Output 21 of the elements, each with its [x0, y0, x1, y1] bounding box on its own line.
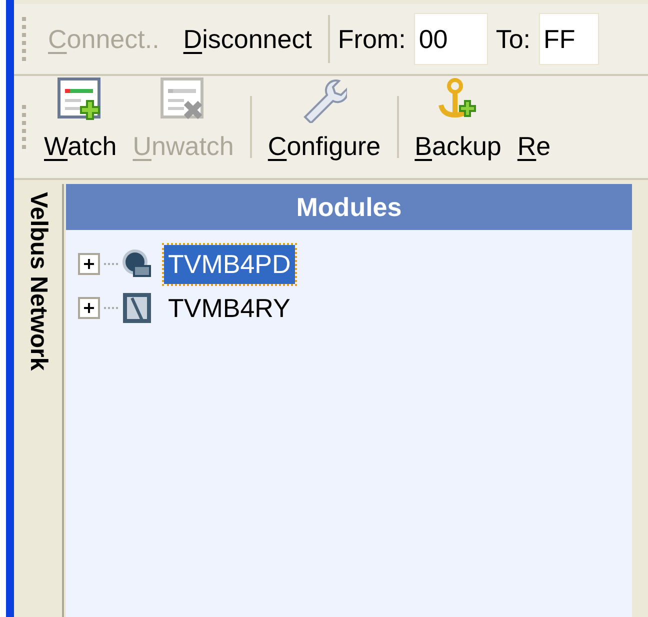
from-field[interactable]: 00: [414, 13, 488, 65]
switch-icon: [122, 292, 152, 324]
watch-list-add-icon: [57, 77, 104, 123]
toolbar-button[interactable]: Disconnect: [171, 16, 324, 62]
from-label: From:: [338, 22, 406, 56]
toolbar-button[interactable]: Watch: [36, 76, 125, 178]
plus-icon: [83, 302, 95, 314]
toolbar-button[interactable]: Re: [509, 76, 559, 178]
tree-item[interactable]: TVMB4PD: [164, 244, 295, 284]
tree-item[interactable]: TVMB4RY: [164, 288, 294, 328]
wrench-icon: [301, 77, 348, 123]
toolbar-button[interactable]: Backup: [406, 76, 510, 178]
to-field[interactable]: FF: [538, 13, 598, 65]
plus-icon: [83, 258, 95, 270]
side-tab[interactable]: Velbus Network: [20, 192, 56, 371]
expand-toggle[interactable]: [78, 253, 100, 275]
toolbar-button[interactable]: Configure: [260, 76, 389, 178]
expand-toggle[interactable]: [78, 297, 100, 319]
modules-header: Modules: [66, 184, 632, 230]
to-label: To:: [496, 22, 530, 56]
dial-icon: [122, 249, 152, 279]
